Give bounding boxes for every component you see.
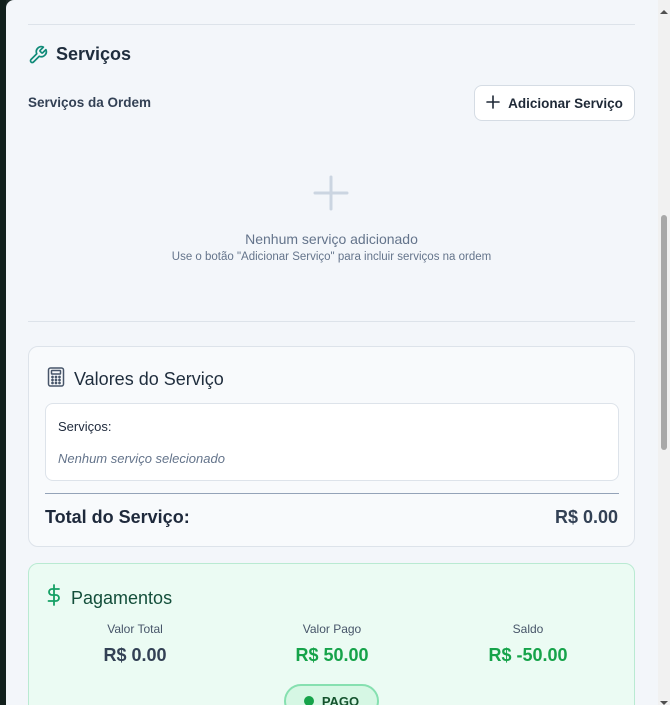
saldo-label: Saldo xyxy=(512,622,544,636)
valor-total-summary: Valor Total R$ 0.00 xyxy=(35,622,235,666)
payment-status-badge: PAGO xyxy=(284,684,379,705)
add-service-button[interactable]: Adicionar Serviço xyxy=(474,85,635,121)
services-empty-text: Nenhum serviço selecionado xyxy=(58,451,225,466)
status-dot-icon xyxy=(303,696,314,705)
valor-pago-value: R$ 50.00 xyxy=(295,645,369,665)
valor-pago-summary: Valor Pago R$ 50.00 xyxy=(232,622,432,666)
divider xyxy=(28,24,635,25)
total-label: Total do Serviço: xyxy=(45,507,190,527)
saldo-value: R$ -50.00 xyxy=(488,645,568,665)
valores-card: Valores do Serviço Serviços: Nenhum serv… xyxy=(28,346,635,547)
add-service-label: Adicionar Serviço xyxy=(508,95,623,111)
total-divider xyxy=(45,493,619,494)
services-order-label: Serviços da Ordem xyxy=(28,95,152,110)
services-section-title: Serviços xyxy=(56,44,132,64)
scroll-down-arrow-icon[interactable] xyxy=(660,694,668,705)
services-section-header: Serviços xyxy=(28,44,131,65)
valor-pago-label: Valor Pago xyxy=(302,622,362,636)
calculator-icon xyxy=(47,367,65,392)
service-order-modal: Serviços Serviços da Ordem Adicionar Ser… xyxy=(6,0,670,705)
valores-title: Valores do Serviço xyxy=(74,369,224,389)
valor-total-value: R$ 0.00 xyxy=(103,645,167,665)
total-value: R$ 0.00 xyxy=(554,507,618,527)
pagamentos-header: Pagamentos xyxy=(47,584,172,612)
divider xyxy=(28,321,635,322)
empty-state-title: Nenhum serviço adicionado xyxy=(245,231,418,247)
valor-total-label: Valor Total xyxy=(107,622,163,636)
payment-status-text: PAGO xyxy=(321,693,360,705)
empty-state-hint: Use o botão "Adicionar Serviço" para inc… xyxy=(171,251,492,263)
vertical-scrollbar[interactable] xyxy=(658,0,670,705)
empty-state-plus-icon xyxy=(313,175,349,211)
dollar-icon xyxy=(47,584,61,612)
scrollbar-thumb[interactable] xyxy=(661,215,667,450)
wrench-icon xyxy=(28,45,48,65)
selected-services-box: Serviços: Nenhum serviço selecionado xyxy=(45,403,619,481)
saldo-summary: Saldo R$ -50.00 xyxy=(428,622,628,666)
pagamentos-title: Pagamentos xyxy=(71,587,173,608)
pagamentos-card: Pagamentos Valor Total R$ 0.00 Valor Pag… xyxy=(28,563,635,705)
plus-icon xyxy=(486,94,500,112)
services-label: Serviços: xyxy=(58,419,112,434)
valores-header: Valores do Serviço xyxy=(47,367,224,392)
scroll-up-arrow-icon[interactable] xyxy=(660,3,668,14)
